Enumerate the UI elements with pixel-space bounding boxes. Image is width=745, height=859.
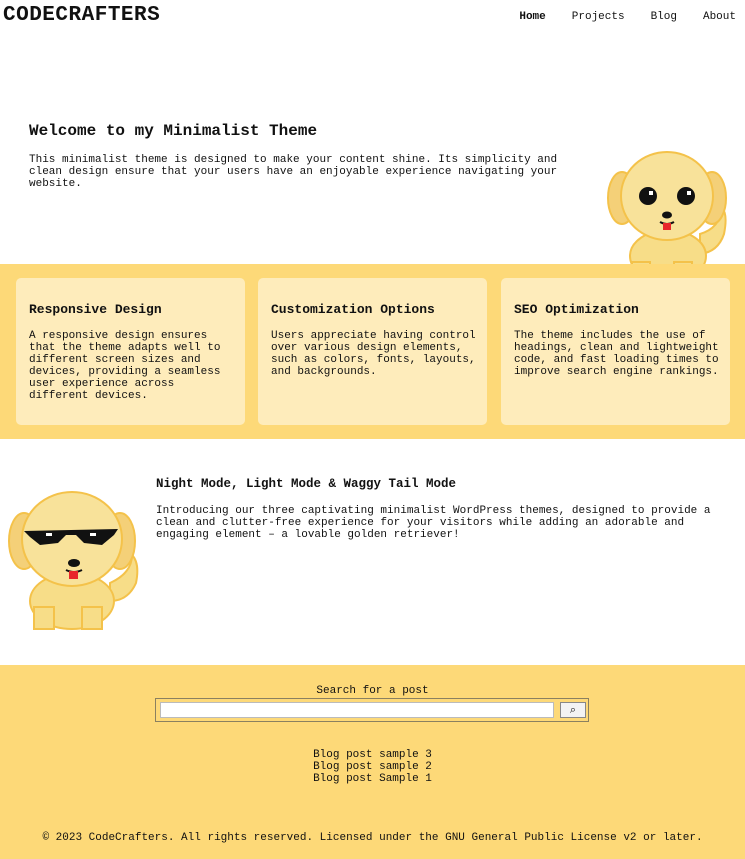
feature-text: Users appreciate having control over var… — [271, 330, 476, 378]
hero-section: Welcome to my Minimalist Theme This mini… — [0, 60, 745, 283]
search-form: ⌕ — [155, 698, 589, 722]
modes-text: Introducing our three captivating minima… — [156, 505, 711, 541]
features-section: Responsive Design A responsive design en… — [0, 264, 745, 439]
feature-card-seo: SEO Optimization The theme includes the … — [501, 278, 730, 425]
search-icon: ⌕ — [569, 704, 577, 716]
nav-about[interactable]: About — [703, 11, 736, 23]
feature-title: SEO Optimization — [514, 302, 639, 317]
search-input[interactable] — [160, 702, 554, 718]
golden-retriever-sunglasses-illustration — [8, 491, 139, 630]
nav-home[interactable]: Home — [519, 11, 545, 23]
modes-title: Night Mode, Light Mode & Waggy Tail Mode — [156, 477, 457, 491]
nav-projects[interactable]: Projects — [572, 11, 625, 23]
blog-post-list: Blog post sample 3 Blog post sample 2 Bl… — [0, 749, 745, 785]
copyright-text: © 2023 CodeCrafters. All rights reserved… — [42, 832, 703, 844]
feature-text: The theme includes the use of headings, … — [514, 330, 719, 378]
blog-post-link[interactable]: Blog post sample 2 — [0, 761, 745, 773]
search-button[interactable]: ⌕ — [560, 702, 586, 718]
search-label: Search for a post — [316, 685, 429, 697]
blog-post-link[interactable]: Blog post sample 3 — [0, 749, 745, 761]
feature-card-customization: Customization Options Users appreciate h… — [258, 278, 487, 425]
site-footer: Search for a post ⌕ Blog post sample 3 B… — [0, 665, 745, 859]
feature-title: Responsive Design — [29, 302, 162, 317]
hero-text: This minimalist theme is designed to mak… — [29, 154, 558, 190]
site-logo[interactable]: CODECRAFTERS — [3, 4, 160, 27]
feature-card-responsive: Responsive Design A responsive design en… — [16, 278, 245, 425]
feature-text: A responsive design ensures that the the… — [29, 330, 221, 402]
nav-blog[interactable]: Blog — [651, 11, 677, 23]
modes-section: Night Mode, Light Mode & Waggy Tail Mode… — [0, 439, 745, 665]
main-nav: Home Projects Blog About — [493, 11, 736, 23]
feature-title: Customization Options — [271, 302, 435, 317]
site-header: CODECRAFTERS Home Projects Blog About — [0, 0, 745, 40]
hero-title: Welcome to my Minimalist Theme — [29, 122, 318, 140]
blog-post-link[interactable]: Blog post Sample 1 — [0, 773, 745, 785]
